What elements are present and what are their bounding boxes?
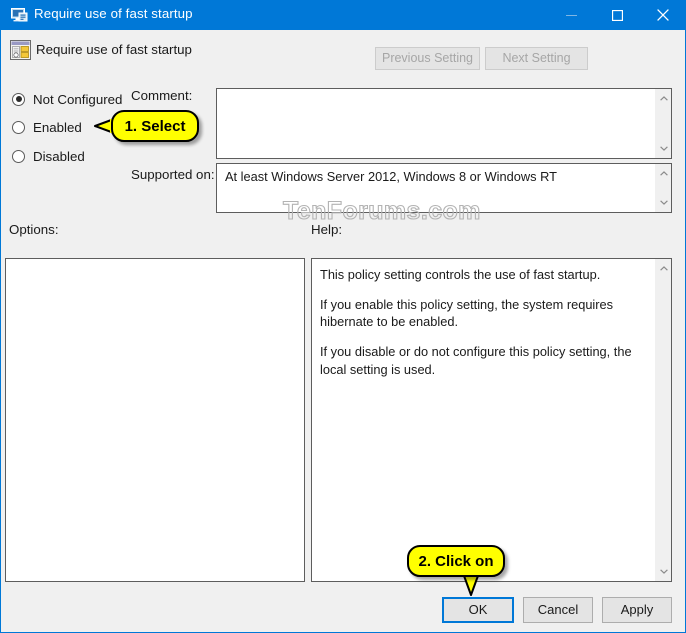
help-text: This policy setting controls the use of … — [320, 266, 635, 378]
supported-on-value: At least Windows Server 2012, Windows 8 … — [225, 169, 557, 184]
close-icon[interactable] — [640, 0, 685, 30]
scroll-down-icon[interactable] — [655, 194, 672, 211]
maximize-icon[interactable] — [594, 0, 640, 30]
scroll-down-icon[interactable] — [655, 140, 672, 157]
radio-disabled[interactable]: Disabled — [12, 146, 85, 166]
help-paragraph: This policy setting controls the use of … — [320, 267, 601, 282]
comment-scrollbar[interactable] — [654, 89, 671, 158]
scroll-up-icon[interactable] — [655, 165, 672, 182]
scroll-up-icon[interactable] — [655, 90, 672, 107]
radio-label: Enabled — [33, 119, 82, 135]
comment-input[interactable] — [216, 88, 672, 159]
ok-button[interactable]: OK — [442, 597, 514, 623]
minimize-icon[interactable] — [548, 0, 594, 30]
help-paragraph: If you disable or do not configure this … — [320, 344, 632, 377]
window-title: Require use of fast startup — [34, 6, 193, 21]
cancel-button[interactable]: Cancel — [523, 597, 593, 623]
supported-on-field[interactable]: At least Windows Server 2012, Windows 8 … — [216, 163, 672, 213]
help-panel: This policy setting controls the use of … — [311, 258, 672, 582]
options-panel[interactable] — [5, 258, 305, 582]
radio-label: Disabled — [33, 148, 85, 164]
radio-indicator — [12, 120, 25, 134]
title-bar: Require use of fast startup — [1, 0, 685, 30]
next-setting-button[interactable]: Next Setting — [485, 47, 588, 70]
callout-step-2: 2. Click on — [407, 545, 505, 577]
policy-setting-icon — [10, 40, 31, 60]
help-paragraph: If you enable this policy setting, the s… — [320, 297, 614, 330]
supported-on-label: Supported on: — [131, 167, 215, 182]
radio-indicator — [12, 92, 25, 106]
radio-label: Not Configured — [33, 91, 123, 107]
help-scrollbar[interactable] — [654, 259, 671, 581]
supported-on-scrollbar[interactable] — [654, 164, 671, 212]
callout-step-1: 1. Select — [111, 110, 199, 142]
radio-indicator — [12, 149, 25, 163]
scroll-down-icon[interactable] — [655, 563, 672, 580]
help-label: Help: — [311, 222, 343, 237]
policy-monitor-icon — [11, 7, 28, 23]
apply-button[interactable]: Apply — [602, 597, 672, 623]
radio-not-configured[interactable]: Not Configured — [12, 89, 122, 109]
options-label: Options: — [9, 222, 59, 237]
scroll-up-icon[interactable] — [655, 260, 672, 277]
policy-setting-dialog: Require use of fast startup Require use … — [0, 0, 686, 633]
comment-label: Comment: — [131, 88, 193, 103]
radio-enabled[interactable]: Enabled — [12, 117, 82, 137]
previous-setting-button[interactable]: Previous Setting — [375, 47, 480, 70]
page-title: Require use of fast startup — [36, 42, 192, 57]
